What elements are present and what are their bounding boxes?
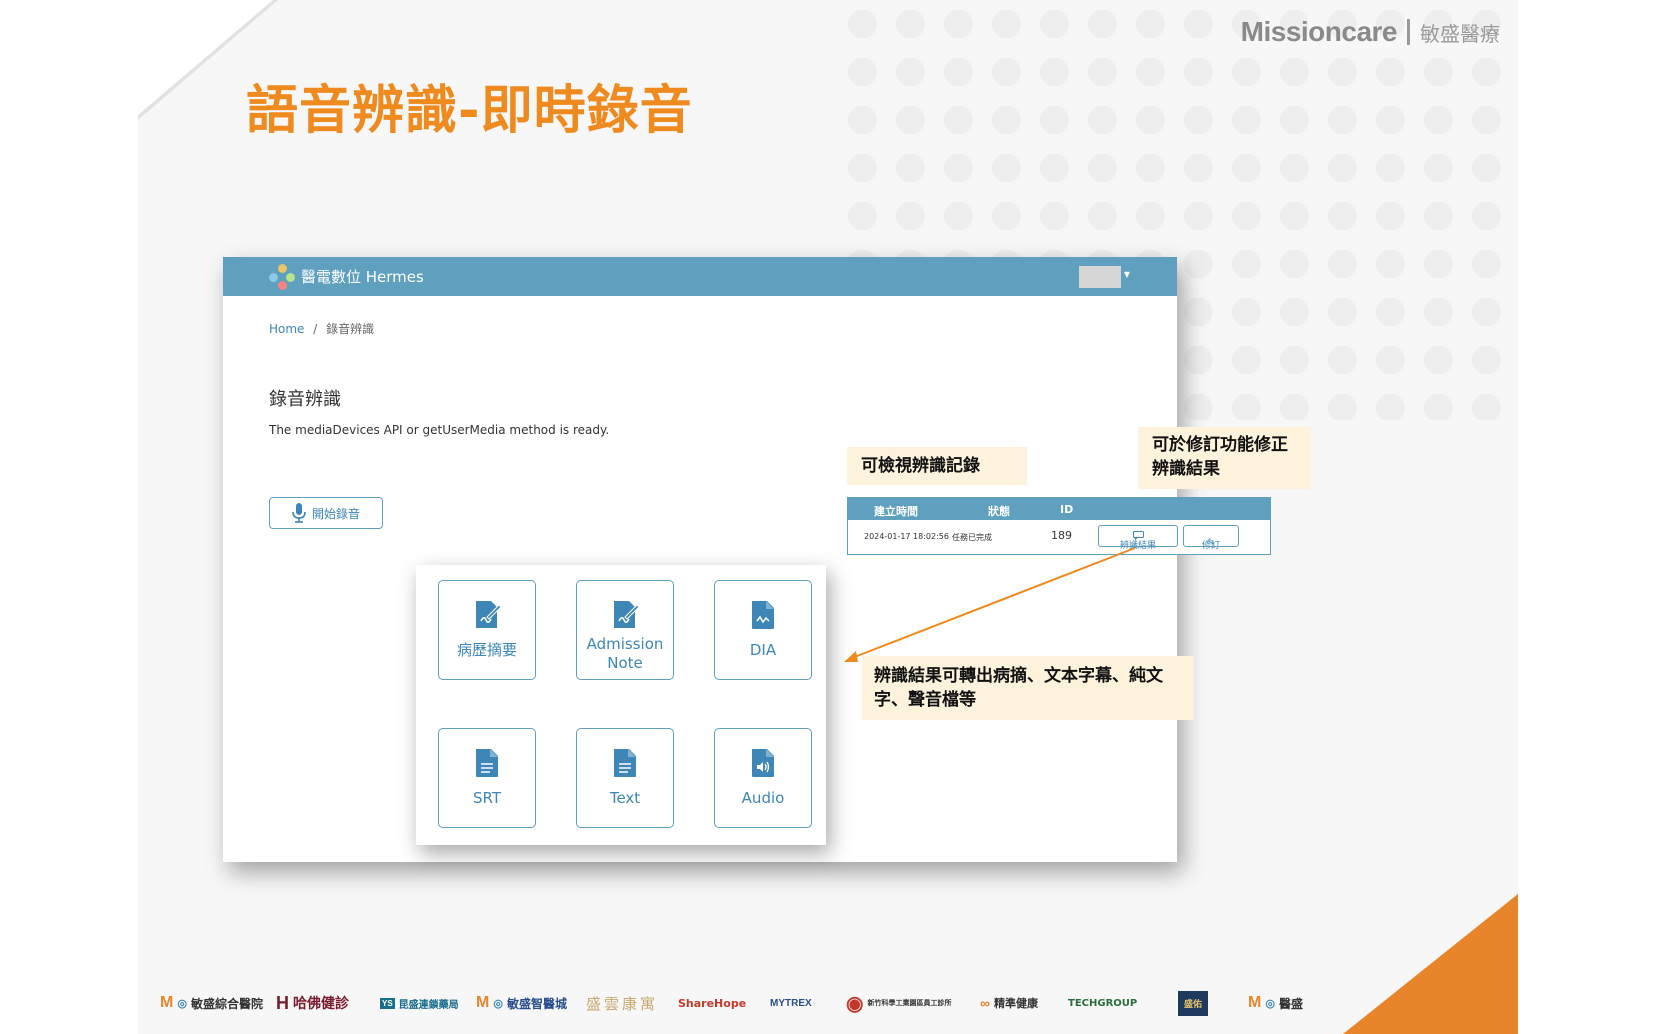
export-tile-label: Text xyxy=(609,789,641,807)
breadcrumb: Home / 錄音辨識 xyxy=(269,320,374,337)
corner-accent xyxy=(1343,894,1518,1034)
partner-logo: M ◎ 醫盛 xyxy=(1248,994,1303,1011)
breadcrumb-current: 錄音辨識 xyxy=(326,322,375,336)
table-row: 2024-01-17 18:02:56 任務已完成 189 辨識結果 ✎ 修訂 xyxy=(848,520,1270,552)
app-name: 醫電數位 Hermes xyxy=(301,268,424,286)
start-recording-label: 開始錄音 xyxy=(311,506,360,521)
file-chart-icon xyxy=(752,601,774,629)
export-options-panel: 病歷摘要 Admission Note DIA SRT Text Audio xyxy=(416,565,826,845)
partner-logo: M ◎ 敏盛綜合醫院 xyxy=(160,994,263,1011)
partner-logo: 盛佑 xyxy=(1178,983,1209,1023)
partner-logo: YS 昆盛連鎖藥局 xyxy=(380,997,459,1011)
export-tile-srt[interactable]: SRT xyxy=(438,728,536,828)
brand-divider xyxy=(1407,19,1410,45)
page-title: 錄音辨識 xyxy=(269,389,341,410)
export-tile-label: DIA xyxy=(749,641,777,659)
export-tile-label: Audio xyxy=(741,789,785,807)
brand-name-en: Missioncare xyxy=(1240,16,1398,47)
partner-logos: M ◎ 敏盛綜合醫院 H 哈佛健診 YS 昆盛連鎖藥局 M ◎ 敏盛智醫城 盛雲康寓… xyxy=(158,983,1368,1023)
status-message: The mediaDevices API or getUserMedia met… xyxy=(269,423,610,437)
export-tile-label: Admission Note xyxy=(586,635,664,672)
export-tile-admission-note[interactable]: Admission Note xyxy=(576,580,674,680)
slide-title: 語音辨識-即時錄音 xyxy=(246,81,693,141)
partner-logo: H 哈佛健診 xyxy=(276,992,349,1013)
app-logo-icon xyxy=(269,263,295,290)
start-recording-button[interactable]: 開始錄音 xyxy=(269,497,383,529)
file-text-icon xyxy=(614,749,636,777)
user-menu[interactable] xyxy=(1079,266,1121,288)
edit-button[interactable]: ✎ 修訂 xyxy=(1183,525,1239,551)
partner-logo: TECHGROUP xyxy=(1068,997,1138,1009)
document-edit-icon xyxy=(614,601,639,628)
cell-created: 2024-01-17 18:02:56 xyxy=(864,532,949,541)
cell-status: 任務已完成 xyxy=(952,533,992,542)
callout-export: 辨識結果可轉出病摘、文本字幕、純文字、聲音檔等 xyxy=(862,656,1194,720)
partner-logo: MYTREX xyxy=(770,997,812,1009)
partner-logo: ∞ 精準健康 xyxy=(980,995,1038,1011)
export-tile-label: 病歷摘要 xyxy=(456,641,517,659)
export-tile-audio[interactable]: Audio xyxy=(714,728,812,828)
breadcrumb-home[interactable]: Home xyxy=(269,322,304,336)
column-header-created: 建立時間 xyxy=(874,505,918,518)
export-tile-label: SRT xyxy=(472,789,501,807)
table-header: 建立時間 狀態 ID xyxy=(848,498,1270,520)
brand-name-zh: 敏盛醫療 xyxy=(1420,21,1500,46)
records-table: 建立時間 狀態 ID 2024-01-17 18:02:56 任務已完成 189… xyxy=(847,497,1271,555)
file-text-icon xyxy=(476,749,498,777)
partner-logo: 盛雲康寓 xyxy=(586,994,659,1013)
microphone-icon xyxy=(292,503,306,523)
partner-logo: ShareHope xyxy=(678,996,747,1010)
export-tile-text[interactable]: Text xyxy=(576,728,674,828)
result-button-text: 辨識結果 xyxy=(1119,541,1156,551)
cell-id: 189 xyxy=(1051,529,1072,542)
partner-logo: M ◎ 敏盛智醫城 xyxy=(476,994,567,1011)
brand-logo: Missioncare 敏盛醫療 xyxy=(1241,16,1500,48)
export-tile-dia[interactable]: DIA xyxy=(714,580,812,680)
column-header-status: 狀態 xyxy=(988,505,1010,518)
column-header-id: ID xyxy=(1060,503,1074,516)
callout-revise: 可於修訂功能修正辨識結果 xyxy=(1138,427,1311,489)
chevron-down-icon[interactable]: ▼ xyxy=(1124,270,1130,279)
app-header: 醫電數位 Hermes ▼ xyxy=(223,257,1177,296)
partner-logo: ◉ 新竹科學工業園區員工診所 xyxy=(846,992,952,1015)
file-audio-icon xyxy=(752,749,774,777)
breadcrumb-separator: / xyxy=(313,322,318,336)
document-edit-icon xyxy=(476,601,501,628)
export-tile-summary[interactable]: 病歷摘要 xyxy=(438,580,536,680)
callout-view-records: 可檢視辨識記錄 xyxy=(847,447,1027,485)
edit-button-label: 修訂 xyxy=(1201,541,1220,551)
result-button[interactable]: 辨識結果 xyxy=(1098,525,1178,551)
